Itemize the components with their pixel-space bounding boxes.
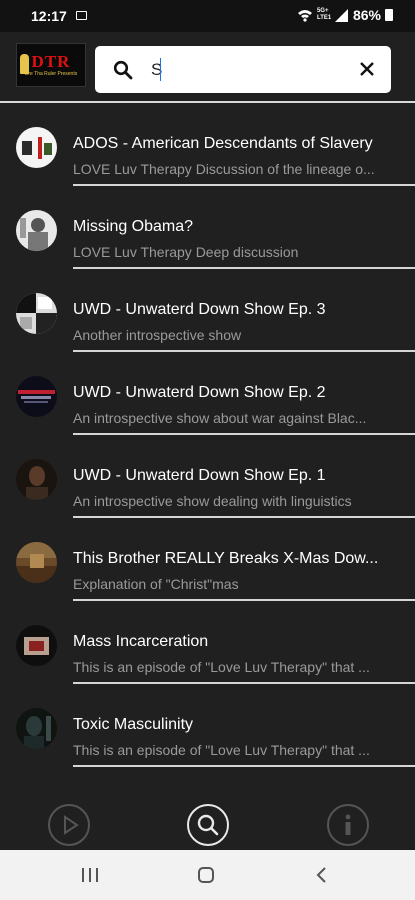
network-label: 5G+ LTE1 bbox=[316, 8, 332, 21]
list-item[interactable]: UWD - Unwaterd Down Show Ep. 1 An intros… bbox=[0, 435, 415, 518]
episode-description: LOVE Luv Therapy Deep discussion bbox=[73, 244, 299, 260]
list-item[interactable]: UWD - Unwaterd Down Show Ep. 2 An intros… bbox=[0, 352, 415, 435]
list-item[interactable]: This Brother REALLY Breaks X-Mas Dow... … bbox=[0, 518, 415, 601]
logo-text: DTR bbox=[31, 51, 71, 71]
episode-description: This is an episode of "Love Luv Therapy"… bbox=[73, 659, 370, 675]
list-item[interactable]: Missing Obama? LOVE Luv Therapy Deep dis… bbox=[0, 186, 415, 269]
close-icon[interactable] bbox=[359, 61, 375, 77]
episode-thumbnail bbox=[16, 625, 57, 666]
logo-subtitle: Dre Tha Ruler Presents bbox=[24, 70, 78, 77]
episode-description: An introspective show about war against … bbox=[73, 410, 367, 426]
system-navigation-bar bbox=[0, 850, 415, 900]
episode-description: LOVE Luv Therapy Discussion of the linea… bbox=[73, 161, 375, 177]
play-icon[interactable] bbox=[48, 804, 90, 846]
episode-description: This is an episode of "Love Luv Therapy"… bbox=[73, 742, 370, 758]
episode-thumbnail bbox=[16, 459, 57, 500]
row-divider bbox=[73, 765, 415, 767]
mic-icon bbox=[20, 54, 29, 74]
list-item[interactable]: Mass Incarceration This is an episode of… bbox=[0, 601, 415, 684]
episode-thumbnail bbox=[16, 542, 57, 583]
search-input[interactable]: S bbox=[95, 46, 391, 93]
episode-thumbnail bbox=[16, 708, 57, 749]
status-time: 12:17 bbox=[31, 8, 67, 24]
bottom-nav bbox=[0, 800, 415, 850]
gallery-icon bbox=[76, 11, 87, 20]
episode-thumbnail bbox=[16, 376, 57, 417]
list-item[interactable]: Toxic Masculinity This is an episode of … bbox=[0, 684, 415, 767]
episode-title: Missing Obama? bbox=[73, 218, 194, 235]
battery-percent: 86% bbox=[352, 7, 381, 23]
wifi-icon bbox=[297, 10, 312, 22]
episode-title: Mass Incarceration bbox=[73, 633, 209, 650]
search-icon bbox=[113, 60, 133, 80]
back-icon[interactable] bbox=[314, 865, 330, 885]
info-icon[interactable] bbox=[327, 804, 369, 846]
battery-icon bbox=[385, 9, 393, 21]
search-icon[interactable] bbox=[187, 804, 229, 846]
app-logo[interactable]: DTR Dre Tha Ruler Presents bbox=[16, 43, 86, 87]
signal-icon bbox=[334, 8, 348, 22]
episode-title: This Brother REALLY Breaks X-Mas Dow... bbox=[73, 550, 379, 567]
episode-description: An introspective show dealing with lingu… bbox=[73, 493, 352, 509]
recent-apps-icon[interactable] bbox=[80, 866, 100, 884]
episode-description: Explanation of "Christ"mas bbox=[73, 576, 239, 592]
episode-title: UWD - Unwaterd Down Show Ep. 1 bbox=[73, 467, 326, 484]
episode-title: ADOS - American Descendants of Slavery bbox=[73, 135, 373, 152]
status-bar: 12:17 5G+ LTE1 86% bbox=[0, 0, 415, 32]
episode-description: Another introspective show bbox=[73, 327, 242, 343]
episode-title: UWD - Unwaterd Down Show Ep. 2 bbox=[73, 384, 326, 401]
episode-thumbnail bbox=[16, 210, 57, 251]
episode-thumbnail bbox=[16, 127, 57, 168]
episode-thumbnail bbox=[16, 293, 57, 334]
home-icon[interactable] bbox=[196, 865, 216, 885]
status-right: 5G+ LTE1 86% bbox=[297, 7, 393, 23]
list-item[interactable]: ADOS - American Descendants of Slavery L… bbox=[0, 103, 415, 186]
list-item[interactable]: UWD - Unwaterd Down Show Ep. 3 Another i… bbox=[0, 269, 415, 352]
text-caret bbox=[160, 58, 161, 81]
episode-title: UWD - Unwaterd Down Show Ep. 3 bbox=[73, 301, 326, 318]
episode-title: Toxic Masculinity bbox=[73, 716, 194, 733]
